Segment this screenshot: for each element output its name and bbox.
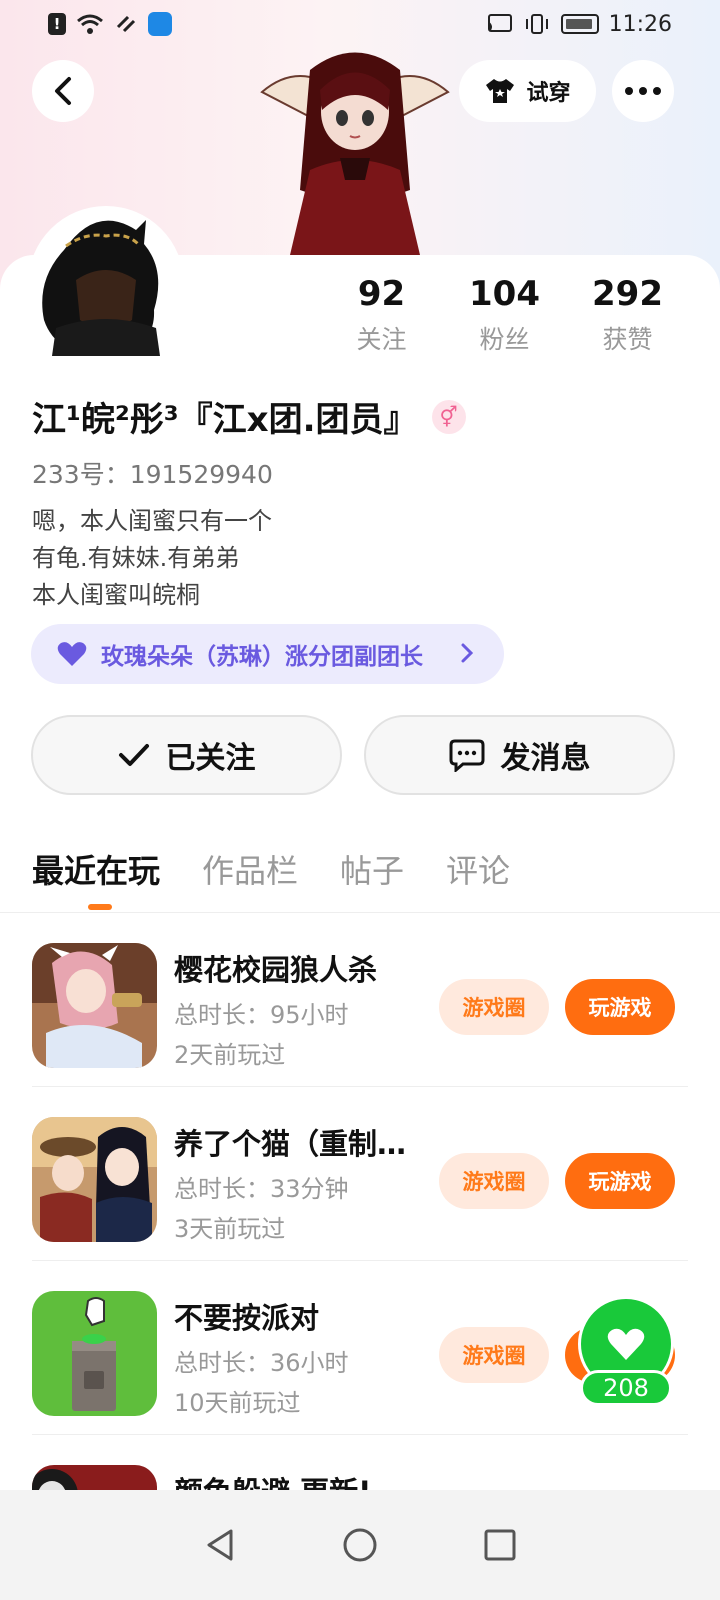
stat-value: 92 xyxy=(357,274,406,314)
game-name: 不要按派对 xyxy=(174,1301,320,1335)
stat-value: 104 xyxy=(469,274,540,314)
bio-line: 嗯，本人闺蜜只有一个 xyxy=(32,507,272,535)
stat-label: 获赞 xyxy=(602,325,653,354)
tab-posts[interactable]: 帖子 xyxy=(340,846,404,892)
vibrate-icon xyxy=(525,14,548,34)
system-nav-bar xyxy=(0,1490,720,1600)
status-icons-left: ! xyxy=(48,12,172,36)
following-label: 已关注 xyxy=(165,741,256,776)
stat-value: 292 xyxy=(592,274,663,314)
recents-nav-icon[interactable] xyxy=(483,1528,517,1562)
cast-icon xyxy=(487,14,512,32)
tab-recently-played[interactable]: 最近在玩 xyxy=(32,846,160,892)
back-button[interactable] xyxy=(32,60,94,122)
more-button[interactable] xyxy=(612,60,674,122)
game-duration: 总时长：95小时 xyxy=(174,1001,349,1029)
profile-stats: 92 关注 104 粉丝 292 获赞 xyxy=(320,272,690,356)
bio-line: 有龟.有妹妹.有弟弟 xyxy=(32,544,240,572)
anime-duo-icon xyxy=(32,1117,157,1242)
check-icon xyxy=(118,744,149,766)
stat-label: 关注 xyxy=(356,325,407,354)
tab-comments[interactable]: 评论 xyxy=(446,846,510,892)
game-circle-button[interactable]: 游戏圈 xyxy=(439,1153,549,1209)
back-nav-icon[interactable] xyxy=(203,1527,237,1563)
list-item[interactable]: 樱花校园狼人杀 总时长：95小时 2天前玩过 游戏圈 玩游戏 xyxy=(0,913,720,1087)
status-time: 11:26 xyxy=(608,11,672,37)
game-name: 养了个猫（重制… xyxy=(174,1127,407,1161)
like-count: 208 xyxy=(580,1370,672,1406)
list-item[interactable]: 养了个猫（重制… 总时长：33分钟 3天前玩过 游戏圈 玩游戏 xyxy=(0,1087,720,1261)
group-tag[interactable]: 玫瑰朵朵（苏琳）涨分团副团长 xyxy=(31,624,504,684)
chevron-right-icon xyxy=(461,643,474,663)
following-button[interactable]: 已关注 xyxy=(31,715,342,795)
send-message-label: 发消息 xyxy=(500,741,591,776)
game-list: 樱花校园狼人杀 总时长：95小时 2天前玩过 游戏圈 玩游戏 养了个猫（重制… … xyxy=(0,913,720,1590)
profile-tabs: 最近在玩 作品栏 帖子 评论 xyxy=(32,846,510,892)
alert-icon: ! xyxy=(48,13,66,35)
game-circle-button[interactable]: 游戏圈 xyxy=(439,979,549,1035)
avatar[interactable] xyxy=(36,210,176,356)
heart-icon xyxy=(607,1328,645,1360)
action-buttons: 已关注 发消息 xyxy=(31,715,676,795)
link-icon xyxy=(116,15,136,33)
stat-label: 粉丝 xyxy=(479,325,530,354)
stat-following[interactable]: 92 关注 xyxy=(320,272,443,356)
female-gender-icon: ⚥ xyxy=(431,399,466,434)
play-game-button[interactable]: 玩游戏 xyxy=(565,979,675,1035)
character-figure xyxy=(260,52,450,255)
user-id: 233号：191529940 xyxy=(32,460,273,489)
heart-icon xyxy=(57,642,87,666)
group-tag-label: 玫瑰朵朵（苏琳）涨分团副团长 xyxy=(101,644,423,670)
username-row: 江¹皖²彤³『江x团.团员』 ⚥ xyxy=(32,392,466,441)
button-pedestal-icon xyxy=(32,1291,157,1416)
game-last-played: 2天前玩过 xyxy=(174,1041,286,1069)
app-notification-icon xyxy=(148,12,172,36)
chevron-left-icon xyxy=(55,77,71,105)
more-icon xyxy=(625,87,661,95)
status-icons-right: 11:26 xyxy=(487,12,672,37)
username: 江¹皖²彤³『江x团.团员』 xyxy=(32,400,418,440)
stat-followers[interactable]: 104 粉丝 xyxy=(443,272,566,356)
send-message-button[interactable]: 发消息 xyxy=(364,715,675,795)
chat-bubble-icon xyxy=(449,739,484,772)
wifi-icon xyxy=(77,14,103,34)
game-last-played: 3天前玩过 xyxy=(174,1215,286,1243)
try-on-label: 试穿 xyxy=(526,81,571,106)
battery-icon xyxy=(560,14,599,34)
bio: 嗯，本人闺蜜只有一个 有龟.有妹妹.有弟弟 本人闺蜜叫皖桐 xyxy=(32,503,272,614)
game-last-played: 10天前玩过 xyxy=(174,1389,301,1417)
active-tab-indicator xyxy=(88,904,112,910)
game-duration: 总时长：36小时 xyxy=(174,1349,349,1377)
try-on-button[interactable]: 试穿 xyxy=(459,60,596,122)
anime-girl-icon xyxy=(32,943,157,1068)
play-game-button[interactable]: 玩游戏 xyxy=(565,1153,675,1209)
tab-works[interactable]: 作品栏 xyxy=(202,846,298,892)
stat-likes[interactable]: 292 获赞 xyxy=(566,272,689,356)
game-duration: 总时长：33分钟 xyxy=(174,1175,349,1203)
like-floating-button[interactable]: 208 xyxy=(578,1296,674,1412)
game-name: 樱花校园狼人杀 xyxy=(174,953,378,987)
home-nav-icon[interactable] xyxy=(342,1527,378,1563)
shirt-icon xyxy=(486,79,515,103)
game-circle-button[interactable]: 游戏圈 xyxy=(439,1327,549,1383)
bio-line: 本人闺蜜叫皖桐 xyxy=(32,581,200,609)
